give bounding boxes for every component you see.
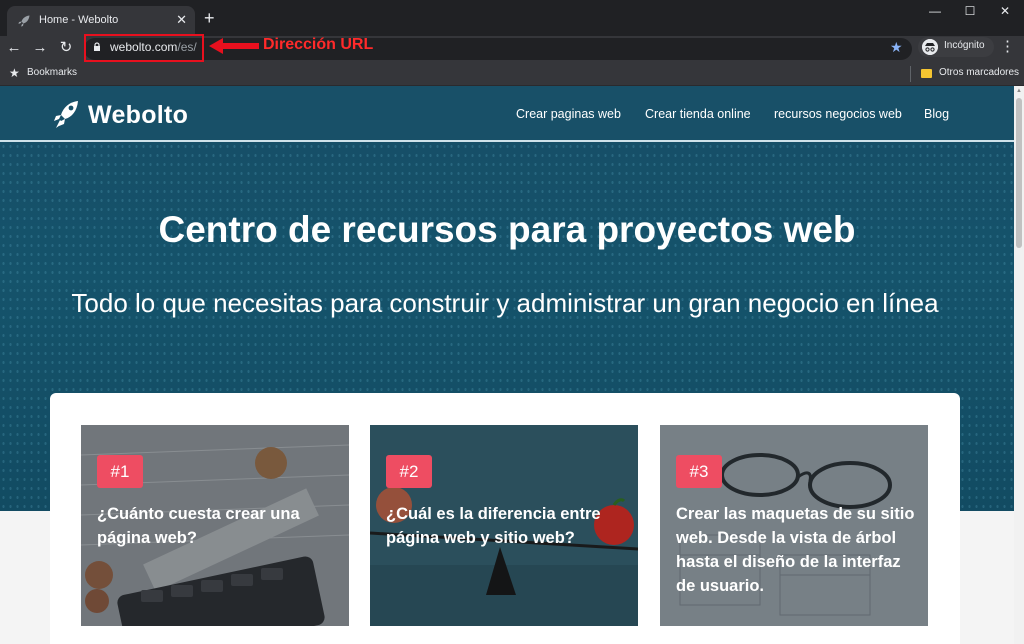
card-number-badge: #3: [676, 455, 722, 488]
maximize-button[interactable]: ☐: [953, 2, 987, 22]
browser-menu-icon[interactable]: ⋮: [1000, 38, 1015, 56]
page-scrollbar[interactable]: ▲: [1014, 86, 1024, 644]
reload-button[interactable]: ↻: [55, 38, 77, 60]
card-title[interactable]: Crear las maquetas de su sitio web. Desd…: [676, 502, 920, 598]
article-card-3[interactable]: #3 Crear las maquetas de su sitio web. D…: [660, 425, 928, 626]
hero-title: Centro de recursos para proyectos web: [158, 209, 856, 250]
bookmarks-star-icon: ★: [9, 66, 20, 80]
bookmarks-separator: [910, 66, 911, 82]
scrollbar-thumb[interactable]: [1016, 98, 1022, 248]
tab-title: Home - Webolto: [39, 14, 119, 26]
rocket-logo-icon[interactable]: [54, 99, 80, 129]
new-tab-button[interactable]: +: [204, 9, 215, 27]
card-number-badge: #1: [97, 455, 143, 488]
card-title[interactable]: ¿Cuál es la diferencia entre página web …: [386, 502, 630, 550]
hero-subtitle: Todo lo que necesitas para construir y a…: [71, 288, 939, 318]
url-highlight-box: [84, 34, 204, 62]
scroll-up-icon[interactable]: ▲: [1016, 88, 1022, 94]
incognito-icon: [922, 39, 938, 55]
card-number-badge: #2: [386, 455, 432, 488]
back-button[interactable]: ←: [3, 38, 25, 60]
incognito-label: Incógnito: [944, 40, 985, 51]
annotation-arrow-icon: [209, 38, 259, 54]
web-page: Webolto Crear paginas web Crear tienda o…: [0, 86, 1014, 644]
minimize-button[interactable]: —: [918, 2, 952, 22]
nav-link-blog[interactable]: Blog: [924, 107, 949, 121]
nav-link-crear-paginas-web[interactable]: Crear paginas web: [516, 107, 621, 121]
annotation-label: Dirección URL: [263, 36, 374, 53]
tab-close-icon[interactable]: ✕: [176, 13, 187, 27]
site-logo-text[interactable]: Webolto: [88, 101, 188, 130]
nav-link-crear-tienda-online[interactable]: Crear tienda online: [645, 107, 751, 121]
bookmark-star-icon[interactable]: ★: [890, 39, 903, 56]
forward-button[interactable]: →: [29, 38, 51, 60]
rocket-favicon-icon: [18, 15, 30, 27]
article-card-1[interactable]: #1 ¿Cuánto cuesta crear una página web?: [81, 425, 349, 626]
bookmarks-bar: ★ Bookmarks Otros marcadores: [0, 62, 1024, 86]
nav-link-recursos-negocios-web[interactable]: recursos negocios web: [774, 107, 902, 121]
incognito-profile-button[interactable]: Incógnito: [918, 37, 994, 57]
browser-titlebar: Home - Webolto ✕ + — ☐ ✕: [0, 0, 1024, 36]
close-window-button[interactable]: ✕: [988, 2, 1022, 22]
folder-icon: [921, 69, 932, 78]
bookmarks-label[interactable]: Bookmarks: [27, 67, 77, 78]
browser-tab-active[interactable]: Home - Webolto ✕: [7, 6, 195, 36]
other-bookmarks[interactable]: Otros marcadores: [939, 67, 1019, 78]
article-card-2[interactable]: #2 ¿Cuál es la diferencia entre página w…: [370, 425, 638, 626]
card-title[interactable]: ¿Cuánto cuesta crear una página web?: [97, 502, 341, 550]
site-header: Webolto Crear paginas web Crear tienda o…: [0, 86, 1014, 142]
